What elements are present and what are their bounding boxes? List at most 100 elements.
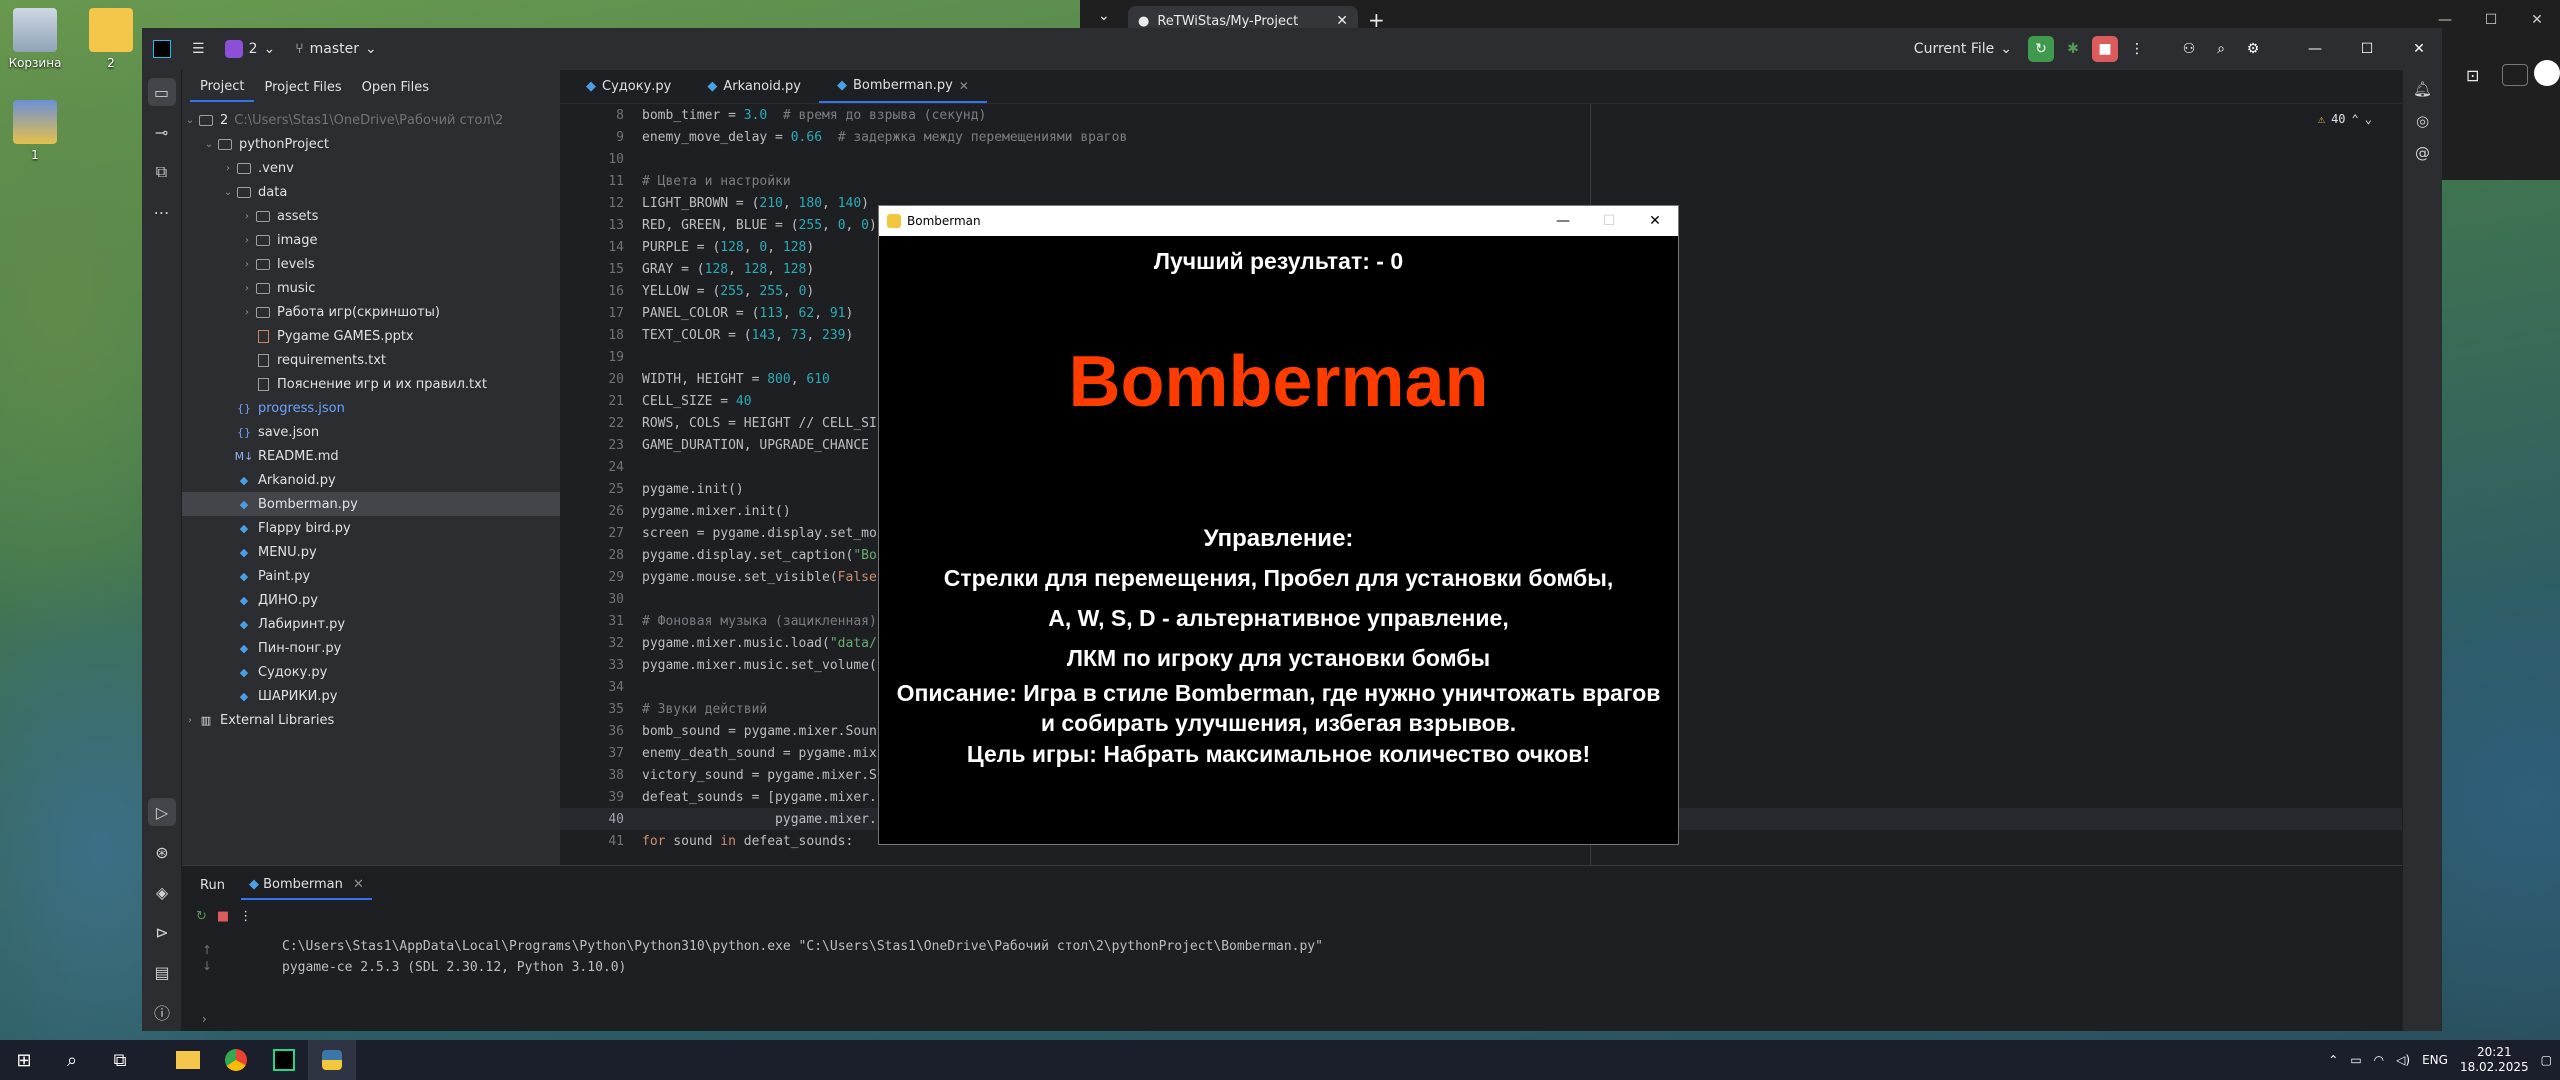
tree-item[interactable]: ◆ Arkanoid.py [182,468,560,492]
more-actions-icon[interactable]: ⋮ [2124,36,2150,62]
code-line[interactable]: 8 bomb_timer = 3.0 # время до взрыва (сек… [560,104,2402,126]
chevron-right-icon[interactable]: › [202,1012,207,1026]
tree-item[interactable]: ◆ MENU.py [182,540,560,564]
pycharm-icon[interactable] [260,1040,308,1080]
avatar[interactable] [2534,60,2560,86]
extensions-icon[interactable]: ⊡ [2466,66,2479,85]
tree-item[interactable]: ◆ Flappy bird.py [182,516,560,540]
tab-project-files[interactable]: Project Files [254,74,351,101]
clock[interactable]: 20:21 18.02.2025 [2460,1045,2529,1075]
run-console-output[interactable]: C:\Users\Stas1\AppData\Local\Programs\Py… [282,936,1323,978]
gear-icon[interactable]: ⚙ [2240,36,2266,62]
editor-tab[interactable]: ◆ Судоку.py [568,70,689,103]
close-icon[interactable]: ✕ [1632,206,1678,236]
search-icon[interactable]: ⌕ [48,1040,96,1080]
layers-icon[interactable]: ◈ [148,878,176,906]
tree-item[interactable]: ⌄ data [182,180,560,204]
tree-root[interactable]: ⌄ 2 C:\Users\Stas1\OneDrive\Рабочий стол… [182,108,560,132]
tab-list-dropdown-icon[interactable]: ⌄ [1098,8,1110,24]
desktop-icon-recycle-bin[interactable]: Корзина [0,8,70,70]
terminal-icon[interactable]: ▤ [148,958,176,986]
network-icon[interactable]: ◠ [2374,1053,2384,1067]
minimize-icon[interactable]: — [1540,206,1586,236]
code-line[interactable]: 11 # Цвета и настройки [560,170,2402,192]
ai-assistant-icon[interactable]: @ [2413,144,2433,162]
close-icon[interactable]: ✕ [2396,36,2442,62]
chevron-up-icon[interactable]: ⌃ [2328,1053,2338,1067]
tree-item[interactable]: › music [182,276,560,300]
project-tool-icon[interactable]: ▭ [147,78,176,106]
tree-item[interactable]: ◆ Пин-понг.py [182,636,560,660]
rerun-button[interactable]: ↻ [2028,36,2054,62]
close-icon[interactable]: ✕ [353,877,364,892]
tree-item[interactable]: Pygame GAMES.pptx [182,324,560,348]
rerun-icon[interactable]: ↻ [196,909,207,924]
maximize-icon[interactable]: ☐ [2344,36,2390,62]
tree-item[interactable]: ◆ Судоку.py [182,660,560,684]
python-app-taskbar-icon[interactable] [308,1040,356,1080]
stop-icon[interactable]: ■ [217,909,229,924]
maximize-icon[interactable]: ☐ [2468,0,2514,40]
tree-item[interactable]: ◆ Лабиринт.py [182,612,560,636]
browser-tab-close-button[interactable]: ✕ [1336,13,1348,29]
run-tool-icon[interactable]: ▷ [148,798,176,826]
tree-item[interactable]: › .venv [182,156,560,180]
branch-switcher[interactable]: ⑂ master ⌄ [285,28,387,70]
language-indicator[interactable]: ENG [2422,1053,2448,1067]
tree-item[interactable]: › assets [182,204,560,228]
tree-item[interactable]: ◆ Paint.py [182,564,560,588]
structure-tool-icon[interactable]: ⧉ [148,158,176,186]
file-explorer-icon[interactable] [164,1040,212,1080]
more-tools-icon[interactable]: ⋯ [148,198,176,226]
minimize-icon[interactable]: — [2292,36,2338,62]
scroll-arrows[interactable]: ↑ ↓ [202,942,212,974]
task-view-icon[interactable]: ⧉ [96,1040,144,1080]
close-icon[interactable]: ✕ [2514,0,2560,40]
main-menu-icon[interactable]: ☰ [182,28,215,70]
tree-item[interactable]: ◆ Bomberman.py [182,492,560,516]
inbox-icon[interactable] [2502,64,2528,86]
tree-item[interactable]: › levels [182,252,560,276]
python-packages-icon[interactable]: ⊛ [148,838,176,866]
run-config-selector[interactable]: Current File ⌄ [1904,28,2022,70]
tree-item[interactable]: {} progress.json [182,396,560,420]
tree-item[interactable]: requirements.txt [182,348,560,372]
tab-project[interactable]: Project [190,73,255,102]
editor-tab[interactable]: ◆ Bomberman.py ✕ [818,70,987,103]
chrome-icon[interactable] [212,1040,260,1080]
debug-icon[interactable]: ✱ [2060,36,2086,62]
tree-item[interactable]: › Работа игр(скриншоты) [182,300,560,324]
close-icon[interactable]: ✕ [959,79,969,93]
tab-run[interactable]: Run [192,872,233,899]
stop-button[interactable]: ■ [2092,36,2118,62]
tree-item[interactable]: ◆ ДИНО.py [182,588,560,612]
tree-item[interactable]: {} save.json [182,420,560,444]
commit-tool-icon[interactable]: ⊸ [148,118,176,146]
tab-run-config[interactable]: ◆ Bomberman ✕ [240,871,372,900]
tree-item[interactable]: ◆ ШАРИКИ.py [182,684,560,708]
game-canvas[interactable]: Лучший результат: - 0 Bomberman Управлен… [879,236,1678,844]
tree-item[interactable]: Пояснение игр и их правил.txt [182,372,560,396]
code-line[interactable]: 10 [560,148,2402,170]
volume-icon[interactable]: ◁) [2396,1053,2410,1067]
desktop-icon-folder-2[interactable]: 2 [76,8,146,70]
tree-item[interactable]: › image [182,228,560,252]
desktop-icon-1[interactable]: 1 [0,100,70,162]
notifications-icon[interactable]: ▢ [2541,1053,2552,1067]
tree-item-external-libraries[interactable]: › ▥ External Libraries [182,708,560,732]
editor-tab[interactable]: ◆ Arkanoid.py [689,70,819,103]
code-line[interactable]: 9 enemy_move_delay = 0.66 # задержка межд… [560,126,2402,148]
problems-icon[interactable]: ⓘ [148,998,176,1026]
services-icon[interactable]: ⊳ [148,918,176,946]
tree-item[interactable]: M↓ README.md [182,444,560,468]
windows-start-icon[interactable]: ⊞ [0,1040,48,1080]
battery-icon[interactable]: ▭ [2350,1053,2361,1067]
more-actions-icon[interactable]: ⋮ [239,909,252,924]
tree-item[interactable]: ⌄ pythonProject [182,132,560,156]
add-user-icon[interactable]: ⚇ [2176,36,2202,62]
notifications-icon[interactable]: 🔔︎ [2413,80,2433,98]
tab-open-files[interactable]: Open Files [352,74,439,101]
project-switcher[interactable]: 2 ⌄ [215,28,286,70]
search-icon[interactable]: ⌕ [2208,36,2234,62]
python-console-icon[interactable]: ◎ [2413,112,2433,130]
